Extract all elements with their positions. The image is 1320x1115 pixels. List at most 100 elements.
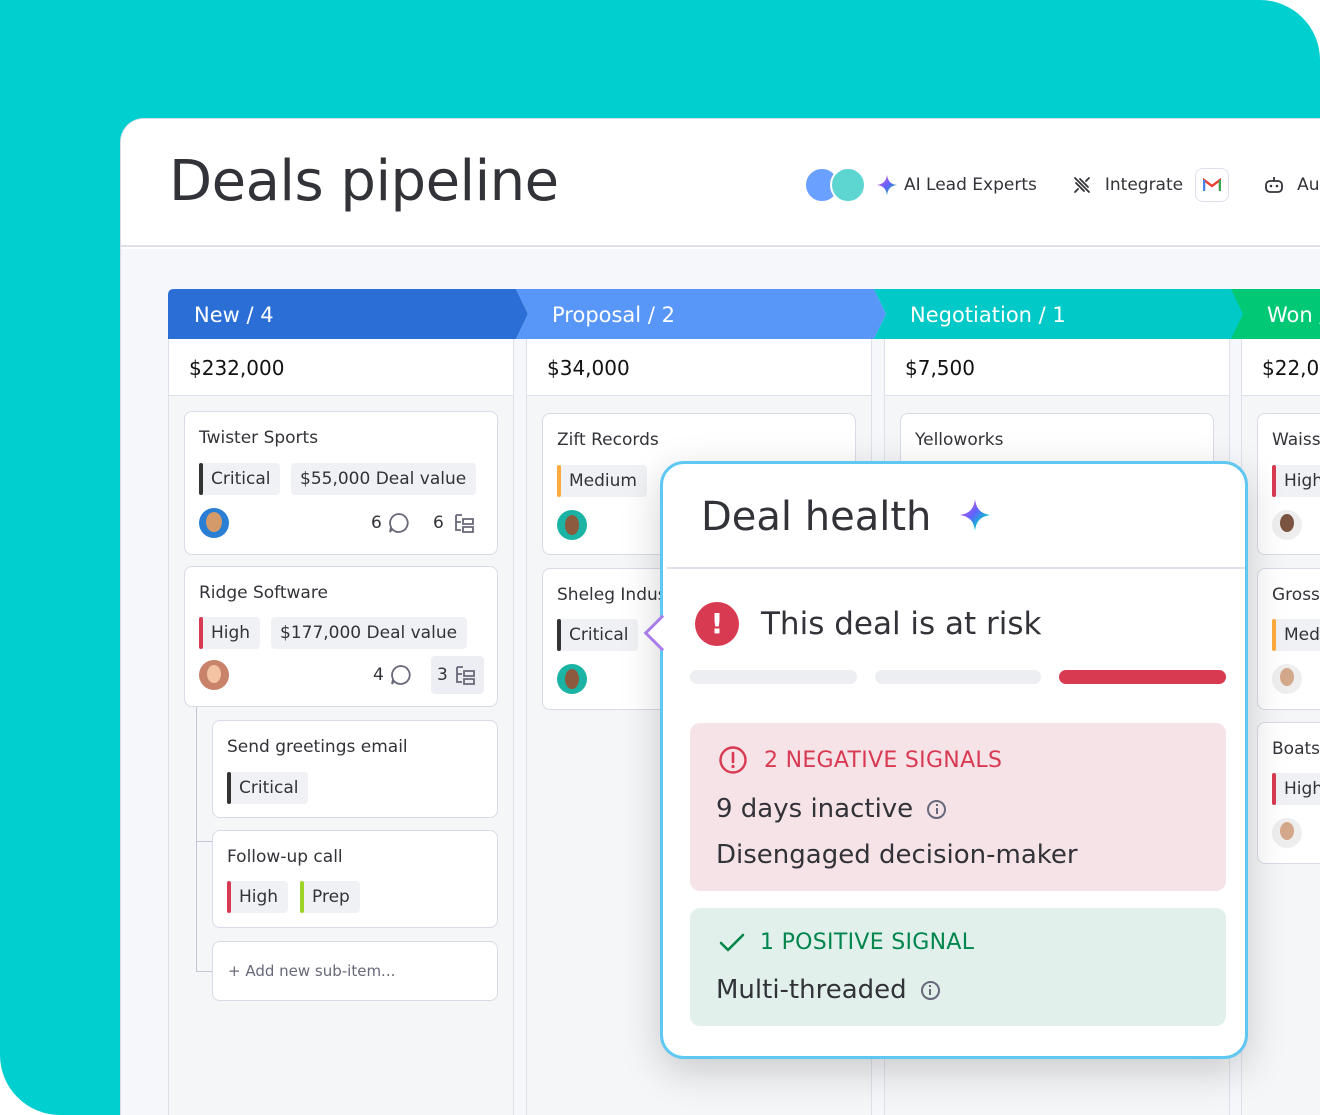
subitem-tree-branch	[196, 841, 212, 842]
header-toolbar: AI Lead Experts Integrate Aut	[804, 163, 1320, 207]
comment-count-value: 6	[371, 513, 382, 533]
card-title: Ridge Software	[199, 583, 328, 603]
avatar[interactable]	[557, 664, 587, 694]
add-subitem-placeholder: + Add new sub-item...	[228, 962, 396, 980]
card-title: Waiss	[1272, 430, 1320, 450]
subitem-card[interactable]: Send greetings email Critical	[212, 720, 498, 818]
column-new: New / 4 $232,000 Twister Sports Critical…	[168, 289, 528, 1115]
divider	[667, 567, 1245, 569]
subitems-icon	[454, 514, 474, 533]
deal-health-popup: Deal health ! This deal is at risk 2 NEG…	[643, 461, 1248, 1059]
column-sum: $34,000	[527, 339, 871, 396]
ai-sparkle-icon	[876, 174, 898, 196]
avatar[interactable]	[199, 660, 229, 690]
info-icon[interactable]	[927, 799, 947, 819]
avatar[interactable]	[557, 510, 587, 540]
risk-meter-segment	[874, 670, 1042, 684]
deal-card[interactable]: Boats High	[1257, 722, 1320, 864]
card-title: Send greetings email	[227, 737, 408, 757]
ai-lead-experts-button[interactable]: AI Lead Experts	[866, 174, 1037, 196]
alert-icon: !	[695, 602, 739, 646]
column-title[interactable]: Proposal / 2	[526, 289, 675, 339]
ai-sparkle-icon	[959, 499, 991, 531]
signal-text: Multi-threaded	[716, 975, 907, 1005]
automate-label: Aut	[1297, 175, 1320, 195]
deal-card[interactable]: Gross Med	[1257, 568, 1320, 710]
deal-value-tag[interactable]: $55,000 Deal value	[291, 463, 477, 495]
card-title: Yelloworks	[915, 430, 1004, 450]
subitem-tree-branch	[196, 971, 212, 972]
gmail-icon	[1195, 168, 1230, 202]
comment-count[interactable]: 4	[373, 664, 412, 686]
avatar[interactable]	[1272, 510, 1302, 540]
alert-circle-icon	[719, 746, 747, 774]
card-title: Follow-up call	[227, 847, 343, 867]
add-subitem-input[interactable]: + Add new sub-item...	[212, 941, 498, 1001]
integrate-label: Integrate	[1104, 175, 1184, 195]
comment-count[interactable]: 6	[371, 512, 410, 534]
priority-tag[interactable]: High	[1272, 773, 1320, 805]
signal-item: 9 days inactive	[716, 794, 947, 824]
stage-tag[interactable]: Prep	[300, 881, 360, 913]
risk-meter-segment	[1059, 670, 1226, 684]
risk-status-text: This deal is at risk	[761, 606, 1042, 642]
deal-value-tag[interactable]: $177,000 Deal value	[271, 617, 468, 649]
signal-text: 9 days inactive	[716, 794, 914, 824]
deal-card[interactable]: Twister Sports Critical $55,000 Deal val…	[184, 411, 498, 555]
automate-button[interactable]: Aut	[1263, 174, 1320, 196]
avatar[interactable]	[1272, 818, 1302, 848]
subitem-card[interactable]: Follow-up call High Prep	[212, 830, 498, 928]
signal-item: Disengaged decision-maker	[716, 840, 1078, 870]
popup-title-text: Deal health	[701, 494, 932, 540]
priority-tag[interactable]: Critical	[557, 619, 639, 651]
negative-signals-header: 2 NEGATIVE SIGNALS	[718, 745, 1002, 775]
card-title: Boats	[1272, 739, 1320, 759]
risk-status: ! This deal is at risk	[695, 602, 1042, 646]
column-title[interactable]: New / 4	[168, 289, 274, 339]
card-title: Sheleg Indus	[557, 585, 667, 605]
risk-meter-segment	[690, 670, 857, 684]
priority-tag[interactable]: High	[199, 617, 261, 649]
subitem-count[interactable]: 6	[433, 512, 477, 534]
signal-item: Multi-threaded	[716, 975, 940, 1005]
positive-signals-panel: 1 POSITIVE SIGNAL Multi-threaded	[690, 908, 1226, 1026]
column-sum: $7,500	[885, 339, 1229, 396]
card-title: Twister Sports	[199, 428, 319, 448]
subitem-count[interactable]: 3	[431, 656, 484, 694]
column-sum: $22,0	[1242, 339, 1320, 396]
avatar[interactable]	[830, 167, 866, 203]
deal-card[interactable]: Waiss High	[1257, 413, 1320, 555]
column-won: Won / $22,0 Waiss High Gross Med Boats H…	[1231, 289, 1320, 1115]
priority-tag[interactable]: Critical	[227, 772, 309, 804]
ai-lead-experts-label: AI Lead Experts	[904, 175, 1037, 195]
signal-text: Disengaged decision-maker	[716, 840, 1078, 870]
card-title: Gross	[1272, 585, 1320, 605]
integrate-icon	[1073, 177, 1090, 193]
positive-signals-header: 1 POSITIVE SIGNAL	[718, 930, 974, 955]
positive-signals-title: 1 POSITIVE SIGNAL	[760, 930, 975, 955]
priority-tag[interactable]: Med	[1272, 619, 1320, 651]
priority-tag[interactable]: Medium	[557, 465, 647, 497]
subitem-count-value: 6	[433, 513, 444, 533]
popup-title: Deal health	[701, 494, 992, 540]
column-title[interactable]: Won /	[1241, 289, 1320, 339]
card-title: Zift Records	[557, 430, 659, 450]
robot-icon	[1265, 177, 1284, 193]
comment-icon	[388, 513, 409, 533]
avatar[interactable]	[199, 508, 229, 538]
priority-tag[interactable]: High	[1272, 465, 1320, 497]
priority-tag[interactable]: High	[227, 881, 289, 913]
comment-icon	[390, 665, 411, 685]
board-header: Deals pipeline AI Lead Experts Integrate	[121, 119, 1320, 247]
negative-signals-panel: 2 NEGATIVE SIGNALS 9 days inactive Disen…	[690, 723, 1226, 891]
deal-card[interactable]: Ridge Software High $177,000 Deal value …	[184, 566, 498, 707]
integrate-button[interactable]: Integrate	[1071, 168, 1230, 202]
subitems-icon	[455, 666, 475, 685]
check-icon	[719, 933, 745, 951]
column-title[interactable]: Negotiation / 1	[884, 289, 1066, 339]
comment-count-value: 4	[373, 665, 384, 685]
avatar[interactable]	[1272, 664, 1302, 694]
negative-signals-title: 2 NEGATIVE SIGNALS	[764, 747, 1003, 773]
priority-tag[interactable]: Critical	[199, 463, 281, 495]
info-icon[interactable]	[920, 980, 940, 1000]
